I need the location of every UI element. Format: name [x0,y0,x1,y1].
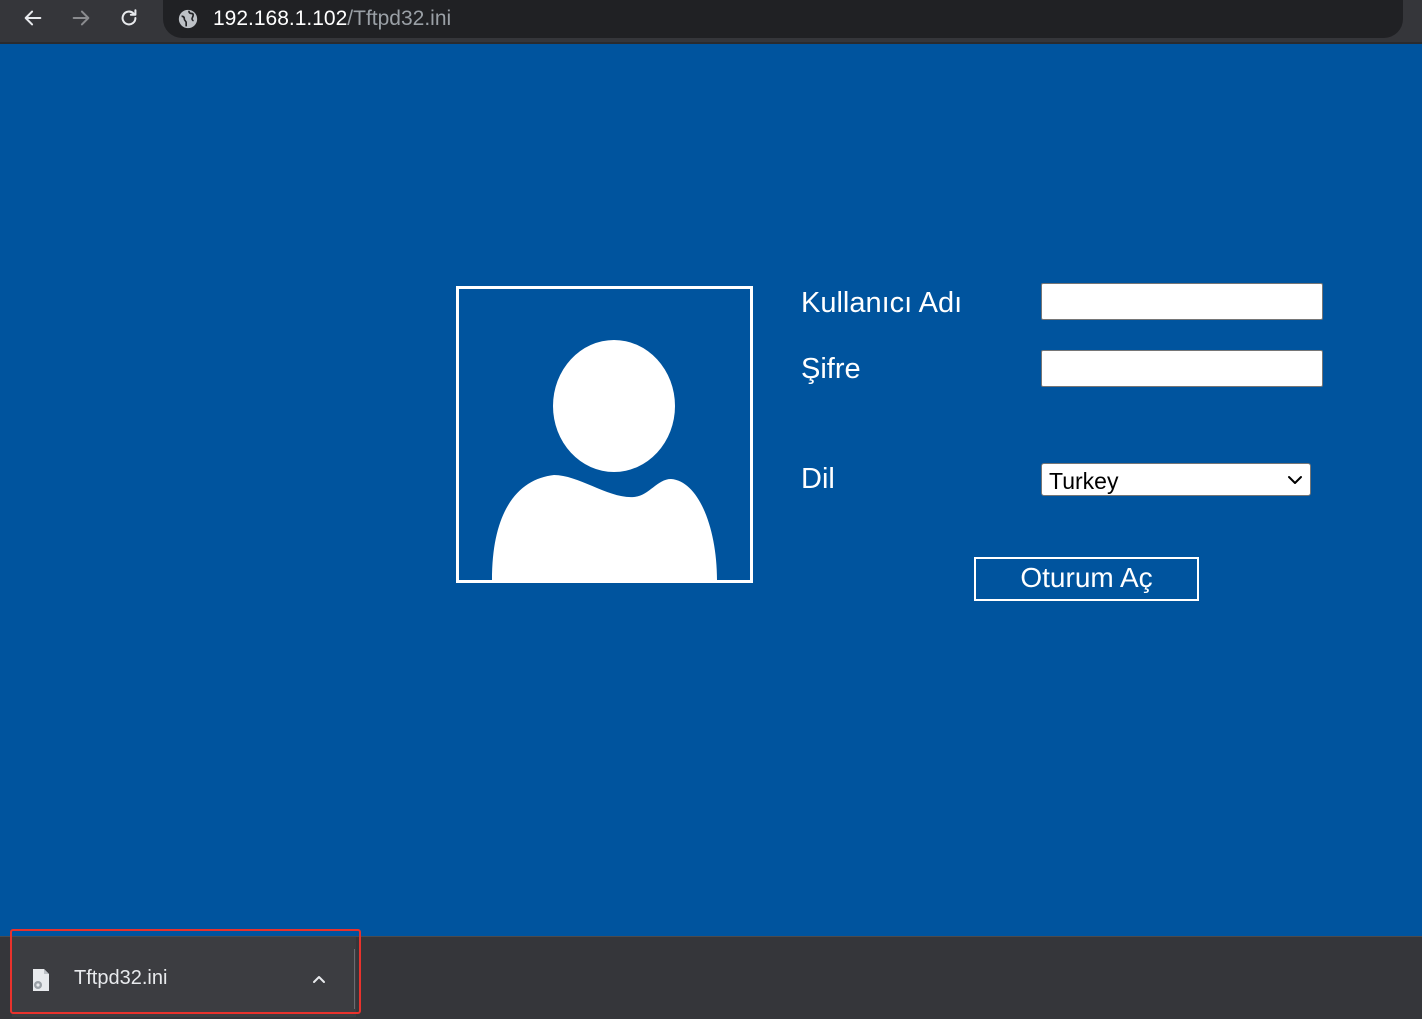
download-shelf: Tftpd32.ini [0,936,1422,1019]
password-label: Şifre [801,353,861,385]
reload-button[interactable] [112,4,146,32]
avatar-frame [456,286,753,583]
password-input[interactable] [1041,350,1323,387]
arrow-right-icon [72,10,90,26]
globe-icon[interactable] [177,8,199,30]
file-icon [33,969,49,991]
download-filename: Tftpd32.ini [74,967,168,989]
login-page: Kullanıcı Adı Şifre Dil Turkey Oturum Aç [0,44,1422,936]
address-bar[interactable]: 192.168.1.102/Tftpd32.ini [163,0,1403,38]
arrow-left-icon [24,10,42,26]
chevron-down-icon [1288,476,1302,484]
language-selected-value: Turkey [1049,468,1119,494]
browser-toolbar: 192.168.1.102/Tftpd32.ini [0,0,1422,44]
username-input[interactable] [1041,283,1323,320]
url-path: /Tftpd32.ini [347,7,452,30]
username-label: Kullanıcı Adı [801,287,963,319]
forward-button[interactable] [64,4,98,32]
language-select[interactable]: Turkey [1041,463,1311,496]
login-button[interactable]: Oturum Aç [974,557,1199,601]
language-label: Dil [801,463,835,495]
user-avatar-icon [492,340,717,580]
back-button[interactable] [16,4,50,32]
download-divider [354,949,355,1009]
url-host: 192.168.1.102 [213,7,348,30]
download-item[interactable]: Tftpd32.ini [12,937,356,1017]
reload-icon [121,9,137,26]
chevron-up-icon[interactable] [310,970,328,988]
